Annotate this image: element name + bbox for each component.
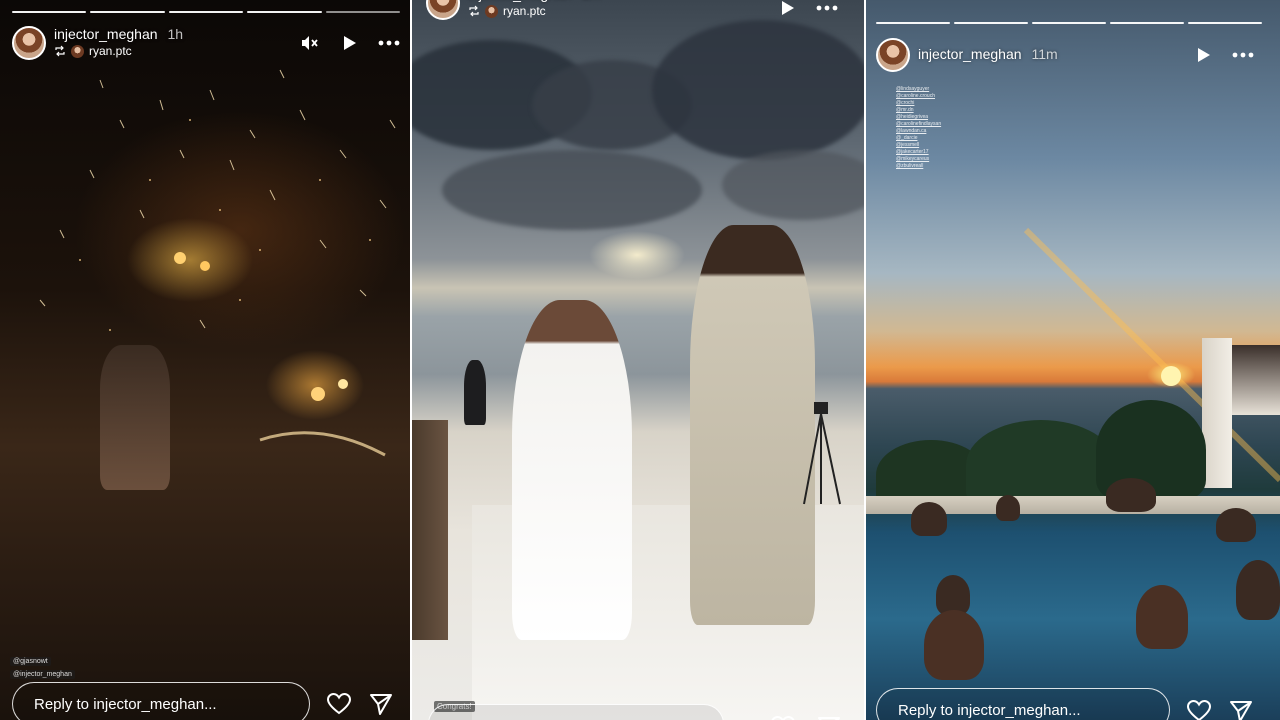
heart-icon[interactable] <box>326 691 352 717</box>
couple-silhouette <box>100 345 170 490</box>
more-icon[interactable] <box>816 0 838 19</box>
send-icon[interactable] <box>816 714 842 720</box>
swimmer <box>1136 585 1188 649</box>
photographer <box>464 360 486 425</box>
story-controls <box>298 32 400 54</box>
story-panel-3[interactable]: injector_meghan 11m @lindsayguyer @carol… <box>866 0 1280 720</box>
reply-input[interactable]: Reply to injector_meghan... <box>12 682 310 720</box>
post-time: 1m <box>582 0 601 2</box>
swimmer <box>936 575 970 615</box>
mention[interactable]: @lawndan.ca <box>896 128 941 135</box>
reply-input[interactable]: Reply to injector_meghan... <box>876 688 1170 720</box>
mention[interactable]: @crochi <box>896 100 941 107</box>
mention[interactable]: @mikeycareus <box>896 156 941 163</box>
mention[interactable]: @_darcie <box>896 135 941 142</box>
bride <box>512 300 632 640</box>
play-icon[interactable] <box>1192 44 1214 66</box>
villa-balcony <box>1232 345 1280 415</box>
username[interactable]: injector_meghan <box>468 0 572 2</box>
swimmer <box>996 495 1020 521</box>
reply-placeholder: Reply to injector_meghan... <box>34 695 217 713</box>
mention[interactable]: @jakecarter17 <box>896 149 941 156</box>
story-panel-1[interactable]: injector_meghan 1h ryan.ptc @gjasnowt @i… <box>0 0 410 720</box>
story-header: injector_meghan 11m <box>876 38 1058 72</box>
swimmer <box>1106 478 1156 512</box>
mention-list: @lindsayguyer @caroline.crouch @crochi @… <box>896 86 941 170</box>
swimmer <box>924 610 984 680</box>
play-icon[interactable] <box>776 0 798 19</box>
story-controls <box>1192 44 1254 66</box>
story-photo-sparklers <box>0 0 410 720</box>
story-photo-wedding <box>412 0 864 720</box>
story-controls <box>776 0 838 19</box>
tag-gjasnowt[interactable]: @gjasnowt <box>10 657 51 666</box>
mute-icon[interactable] <box>298 32 320 54</box>
swimmer <box>1236 560 1280 620</box>
avatar[interactable] <box>12 26 46 60</box>
mention[interactable]: @jessmell <box>896 142 941 149</box>
send-icon[interactable] <box>1228 698 1254 720</box>
send-icon[interactable] <box>368 691 394 717</box>
pillar <box>412 420 448 640</box>
reply-placeholder: Reply to injector_meghan... <box>898 701 1081 719</box>
repost-icon <box>469 5 479 17</box>
story-header: injector_meghan 1h ryan.ptc <box>12 26 183 60</box>
story-header: injector_meghan 1m ryan.ptc <box>426 0 601 20</box>
avatar[interactable] <box>426 0 460 20</box>
swimmer <box>911 502 947 536</box>
avatar[interactable] <box>876 38 910 72</box>
villa-column <box>1202 338 1232 488</box>
username[interactable]: injector_meghan <box>918 46 1022 62</box>
story-panel-2[interactable]: injector_meghan 1m ryan.ptc Congrats! <box>412 0 864 720</box>
reply-input[interactable] <box>428 704 724 720</box>
repost-avatar <box>485 4 498 18</box>
story-progress <box>876 22 1262 24</box>
mention[interactable]: @zbulivreall <box>896 163 941 170</box>
repost-avatar <box>71 44 84 58</box>
mention[interactable]: @heidiegrivea <box>896 114 941 121</box>
play-icon[interactable] <box>338 32 360 54</box>
mention[interactable]: @lindsayguyer <box>896 86 941 93</box>
tag-injector-meghan[interactable]: @injector_meghan <box>10 670 75 679</box>
mention[interactable]: @mr.dn <box>896 107 941 114</box>
more-icon[interactable] <box>1232 44 1254 66</box>
reposted-from[interactable]: ryan.ptc <box>503 4 546 18</box>
username[interactable]: injector_meghan <box>54 26 158 42</box>
repost-icon <box>55 45 65 57</box>
sparkler-sparks <box>39 69 396 457</box>
mention[interactable]: @carolinefindlaysan <box>896 121 941 128</box>
heart-icon[interactable] <box>1186 698 1212 720</box>
camera-tripod <box>803 402 841 505</box>
mention[interactable]: @caroline.crouch <box>896 93 941 100</box>
post-time: 11m <box>1031 46 1058 62</box>
more-icon[interactable] <box>378 32 400 54</box>
post-time: 1h <box>167 26 184 42</box>
reposted-from[interactable]: ryan.ptc <box>89 44 132 58</box>
heart-icon[interactable] <box>770 714 796 720</box>
story-progress <box>12 11 401 13</box>
swimmer <box>1216 508 1256 542</box>
